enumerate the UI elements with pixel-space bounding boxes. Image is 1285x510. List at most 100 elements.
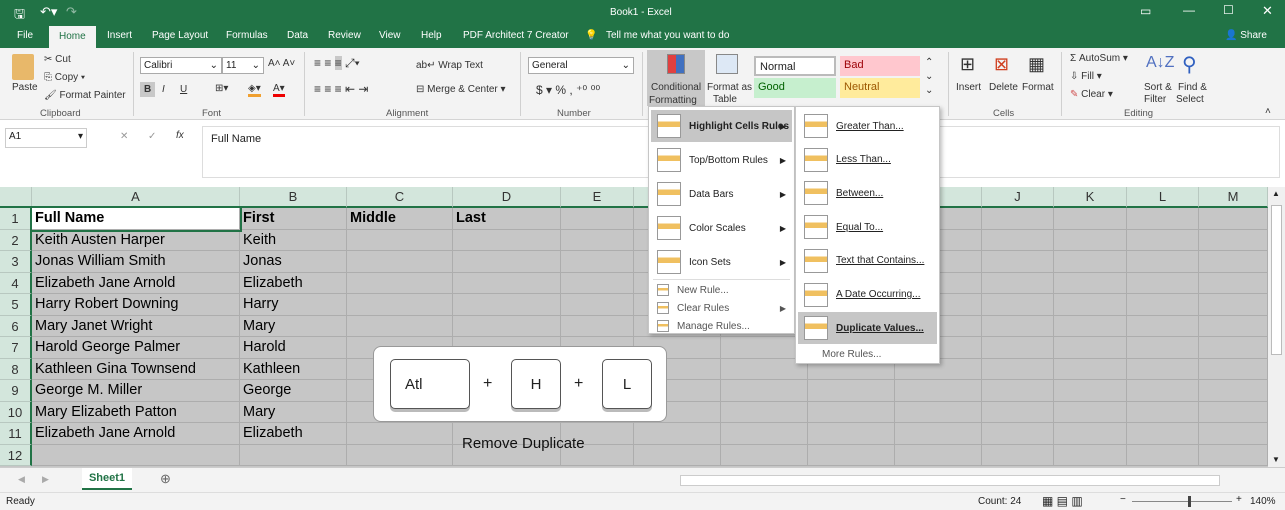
cell-j4[interactable]: [982, 272, 1054, 294]
tab-insert[interactable]: Insert: [107, 30, 132, 41]
cell-d5[interactable]: [453, 294, 561, 316]
cell-j9[interactable]: [982, 380, 1054, 402]
cell-m8[interactable]: [1199, 358, 1268, 380]
column-header-a[interactable]: A: [32, 187, 240, 208]
zoom-slider-thumb[interactable]: [1188, 496, 1191, 507]
cell-c5[interactable]: [347, 294, 453, 316]
row-header[interactable]: 3: [0, 251, 32, 273]
style-bad[interactable]: Bad: [840, 56, 920, 76]
share-button[interactable]: 👤 Share: [1225, 30, 1267, 41]
tab-file[interactable]: File: [17, 30, 33, 41]
cell-h11[interactable]: [808, 423, 895, 445]
menu-item-new-rule-[interactable]: New Rule...: [651, 281, 792, 299]
underline-button[interactable]: U: [180, 84, 187, 95]
cell-k5[interactable]: [1054, 294, 1127, 316]
style-normal[interactable]: Normal: [754, 56, 836, 76]
cell-b3[interactable]: Jonas: [240, 251, 347, 273]
submenu-item-greater-than-[interactable]: Greater Than...: [798, 110, 937, 142]
cell-a6[interactable]: Mary Janet Wright: [32, 315, 240, 337]
cell-a12[interactable]: [32, 444, 240, 466]
cell-j3[interactable]: [982, 251, 1054, 273]
cell-j8[interactable]: [982, 358, 1054, 380]
cell-e4[interactable]: [561, 272, 634, 294]
cell-l8[interactable]: [1127, 358, 1199, 380]
spreadsheet-grid[interactable]: ABCDEFGHIJKLM1Full NameFirstMiddleLast2K…: [0, 187, 1268, 467]
column-header-e[interactable]: E: [561, 187, 634, 208]
cut-button[interactable]: ✂ Cut: [44, 54, 71, 65]
cell-b8[interactable]: Kathleen: [240, 358, 347, 380]
sheet-nav-prev-icon[interactable]: ◀: [18, 474, 25, 485]
submenu-item-duplicate-values-[interactable]: Duplicate Values...: [798, 312, 937, 345]
tab-help[interactable]: Help: [421, 30, 442, 41]
row-header[interactable]: 5: [0, 294, 32, 316]
row-header[interactable]: 6: [0, 315, 32, 337]
tab-review[interactable]: Review: [328, 30, 361, 41]
cell-j7[interactable]: [982, 337, 1054, 359]
font-name-select[interactable]: Calibri ⌄: [140, 57, 222, 74]
cell-b9[interactable]: George: [240, 380, 347, 402]
view-buttons[interactable]: ▦ ▤ ▥: [1042, 494, 1083, 508]
cell-l12[interactable]: [1127, 444, 1199, 466]
merge-center-button[interactable]: ⊟ Merge & Center ▾: [416, 84, 506, 95]
add-sheet-icon[interactable]: ⊕: [160, 471, 171, 487]
number-format-select[interactable]: General ⌄: [528, 57, 634, 74]
tab-page-layout[interactable]: Page Layout: [152, 30, 208, 41]
cell-j2[interactable]: [982, 229, 1054, 251]
delete-cells-icon[interactable]: ⊠: [994, 54, 1009, 75]
ribbon-display-icon[interactable]: ▭: [1140, 4, 1151, 18]
cell-b10[interactable]: Mary: [240, 401, 347, 423]
select-all-corner[interactable]: [0, 187, 32, 208]
cell-b6[interactable]: Mary: [240, 315, 347, 337]
menu-item-clear-rules[interactable]: Clear Rules ▶: [651, 299, 792, 317]
column-header-c[interactable]: C: [347, 187, 453, 208]
cell-j12[interactable]: [982, 444, 1054, 466]
align-top-icons[interactable]: ≡ ≡ ≡ ⤢▾: [314, 56, 360, 71]
paste-button[interactable]: Paste: [12, 82, 38, 93]
more-rules-item[interactable]: More Rules...: [798, 345, 937, 363]
sort-filter-icon[interactable]: A↓Z: [1146, 54, 1174, 72]
vertical-scrollbar[interactable]: ▲ ▼: [1268, 187, 1285, 467]
cell-m3[interactable]: [1199, 251, 1268, 273]
cell-k7[interactable]: [1054, 337, 1127, 359]
cell-l10[interactable]: [1127, 401, 1199, 423]
cell-l9[interactable]: [1127, 380, 1199, 402]
cell-e1[interactable]: [561, 208, 634, 230]
cell-m7[interactable]: [1199, 337, 1268, 359]
cell-e2[interactable]: [561, 229, 634, 251]
tab-formulas[interactable]: Formulas: [226, 30, 268, 41]
cell-f11[interactable]: [634, 423, 721, 445]
column-header-d[interactable]: D: [453, 187, 561, 208]
row-header[interactable]: 7: [0, 337, 32, 359]
cell-c3[interactable]: [347, 251, 453, 273]
row-header[interactable]: 2: [0, 229, 32, 251]
cell-l4[interactable]: [1127, 272, 1199, 294]
find-select-icon[interactable]: ⚲: [1182, 52, 1197, 77]
cell-k8[interactable]: [1054, 358, 1127, 380]
column-header-l[interactable]: L: [1127, 187, 1199, 208]
find-select-button[interactable]: Find &: [1178, 82, 1207, 93]
sort-filter-button[interactable]: Sort &: [1144, 82, 1172, 93]
menu-item-manage-rules-[interactable]: Manage Rules...: [651, 317, 792, 335]
cell-c2[interactable]: [347, 229, 453, 251]
cell-l6[interactable]: [1127, 315, 1199, 337]
submenu-item-text-that-contains-[interactable]: Text that Contains...: [798, 245, 937, 277]
cell-l7[interactable]: [1127, 337, 1199, 359]
cell-m6[interactable]: [1199, 315, 1268, 337]
cell-k3[interactable]: [1054, 251, 1127, 273]
cell-a5[interactable]: Harry Robert Downing: [32, 294, 240, 316]
cell-e3[interactable]: [561, 251, 634, 273]
redo-icon[interactable]: ↷: [66, 4, 77, 20]
cell-b4[interactable]: Elizabeth: [240, 272, 347, 294]
row-header[interactable]: 8: [0, 358, 32, 380]
fill-button[interactable]: ⇩ Fill ▾: [1070, 71, 1102, 82]
name-box[interactable]: A1 ▾: [5, 128, 87, 148]
italic-button[interactable]: I: [162, 84, 165, 95]
cell-g12[interactable]: [721, 444, 808, 466]
close-icon[interactable]: ✕: [1262, 3, 1273, 19]
cell-m2[interactable]: [1199, 229, 1268, 251]
submenu-item-equal-to-[interactable]: Equal To...: [798, 211, 937, 243]
format-as-table-icon[interactable]: [716, 54, 738, 74]
cell-j6[interactable]: [982, 315, 1054, 337]
cell-m11[interactable]: [1199, 423, 1268, 445]
submenu-item-a-date-occurring-[interactable]: A Date Occurring...: [798, 279, 937, 311]
